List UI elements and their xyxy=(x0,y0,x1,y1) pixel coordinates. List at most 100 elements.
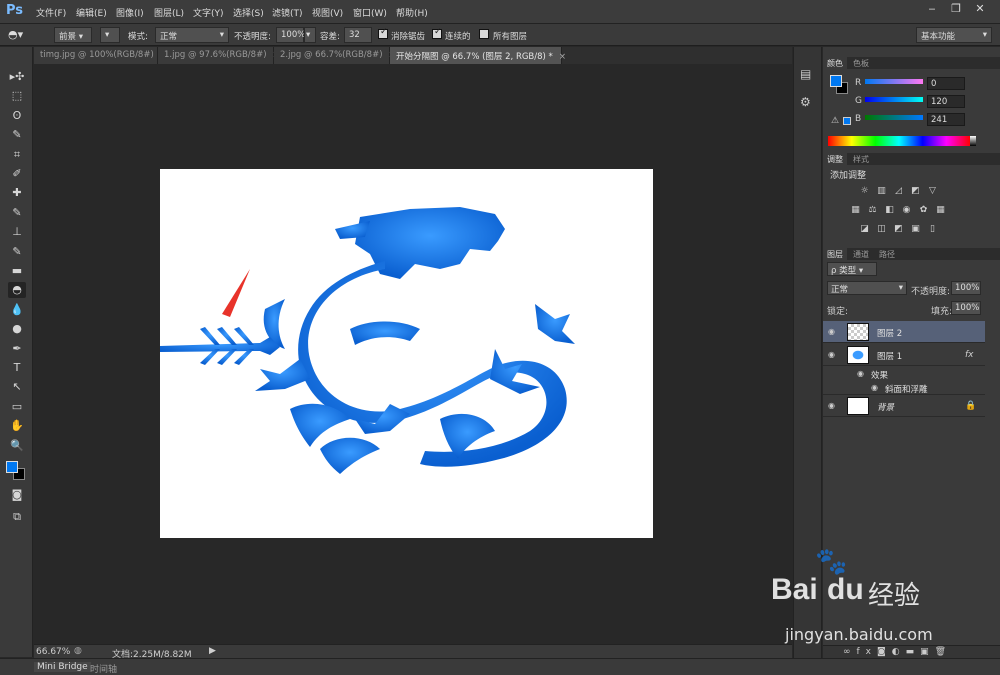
paint-bucket-icon[interactable]: ◓▾ xyxy=(8,28,23,41)
mask-icon[interactable]: ◙ xyxy=(877,647,892,657)
blur-icon[interactable]: 💧 xyxy=(8,302,26,318)
brightness-icon[interactable]: ☼ xyxy=(859,186,870,197)
minimize-icon[interactable]: ‒ xyxy=(922,2,942,16)
photo-filter-icon[interactable]: ◉ xyxy=(901,205,912,216)
pen-icon[interactable]: ✒ xyxy=(8,341,26,357)
dodge-icon[interactable]: ● xyxy=(8,321,26,337)
menu-image[interactable]: 图像(I) xyxy=(116,6,144,19)
crop-icon[interactable]: ⌗ xyxy=(8,147,26,163)
invert-icon[interactable]: ◪ xyxy=(859,224,870,235)
menu-file[interactable]: 文件(F) xyxy=(36,6,66,19)
eye-icon[interactable]: ◉ xyxy=(871,383,881,392)
foreground-color-swatch[interactable] xyxy=(830,75,842,87)
new-layer-icon[interactable]: ▣ xyxy=(920,647,935,657)
mode-select[interactable]: 正常 ▾ xyxy=(155,27,229,43)
balance-icon[interactable]: ⚖ xyxy=(867,205,878,216)
tab-swatches[interactable]: 色板 xyxy=(849,57,873,69)
history-icon[interactable]: ▤ xyxy=(800,67,811,81)
layer-filter-select[interactable]: ρ 类型 ▾ xyxy=(827,262,877,276)
layer-row-layer1[interactable]: ◉ 图层 1 fx xyxy=(823,344,985,366)
status-menu-icon[interactable]: ◍ xyxy=(74,646,82,656)
g-value-input[interactable]: 120 xyxy=(927,95,965,108)
zoom-level[interactable]: 66.67% xyxy=(36,647,70,657)
menu-select[interactable]: 选择(S) xyxy=(233,6,264,19)
b-value-input[interactable]: 241 xyxy=(927,113,965,126)
quick-select-icon[interactable]: ✎ xyxy=(8,127,26,143)
link-icon[interactable]: ∞ xyxy=(843,647,857,657)
opacity-dropdown[interactable]: ▾ xyxy=(304,27,316,43)
eye-icon[interactable]: ◉ xyxy=(828,350,838,359)
lasso-icon[interactable]: ʘ xyxy=(8,108,26,124)
menu-layer[interactable]: 图层(L) xyxy=(154,6,184,19)
path-select-icon[interactable]: ↖ xyxy=(8,379,26,395)
stamp-icon[interactable]: ⊥ xyxy=(8,224,26,240)
document-canvas[interactable] xyxy=(160,169,653,538)
lookup-icon[interactable]: ▦ xyxy=(935,205,946,216)
foreground-color-swatch[interactable] xyxy=(6,461,18,473)
r-slider[interactable] xyxy=(865,79,923,84)
zoom-icon[interactable]: 🔍 xyxy=(8,438,26,454)
fx-footer-icon[interactable]: fx xyxy=(857,647,878,657)
tab-active-document[interactable]: 开始分隔图 @ 66.7% (图层 2, RGB/8) * × xyxy=(390,47,566,64)
pattern-picker[interactable]: ▾ xyxy=(100,27,120,43)
curves-icon[interactable]: ◿ xyxy=(893,186,904,197)
tab-styles[interactable]: 样式 xyxy=(849,153,873,165)
group-icon[interactable]: ▬ xyxy=(906,647,921,657)
tab-1-jpg[interactable]: 1.jpg @ 97.6%(RGB/8#)× xyxy=(158,47,280,64)
threshold-icon[interactable]: ◩ xyxy=(893,224,904,235)
menu-filter[interactable]: 滤镜(T) xyxy=(272,6,303,19)
color-spectrum[interactable] xyxy=(828,136,970,146)
menu-edit[interactable]: 编辑(E) xyxy=(76,6,107,19)
healing-icon[interactable]: ✚ xyxy=(8,185,26,201)
workspace-select[interactable]: 基本功能 ▾ xyxy=(916,27,992,43)
opacity-input[interactable]: 100% xyxy=(276,27,305,43)
eye-icon[interactable]: ◉ xyxy=(857,369,867,378)
blend-mode-select[interactable]: 正常 ▾ xyxy=(827,281,907,295)
hue-icon[interactable]: ▦ xyxy=(850,205,861,216)
hand-icon[interactable]: ✋ xyxy=(8,418,26,434)
tab-channels[interactable]: 通道 xyxy=(849,248,873,260)
fill-source-select[interactable]: 前景 ▾ xyxy=(54,27,92,43)
channel-mixer-icon[interactable]: ✿ xyxy=(918,205,929,216)
menu-type[interactable]: 文字(Y) xyxy=(193,6,224,19)
screen-mode-icon[interactable]: ⧉ xyxy=(8,509,26,525)
bevel-emboss-row[interactable]: ◉ 斜面和浮雕 xyxy=(823,381,985,395)
selective-color-icon[interactable]: ▣ xyxy=(910,224,921,235)
exposure-icon[interactable]: ◩ xyxy=(910,186,921,197)
tab-mini-bridge[interactable]: Mini Bridge xyxy=(34,662,91,672)
restore-icon[interactable]: ❐ xyxy=(946,2,966,16)
bw-icon[interactable]: ◧ xyxy=(884,205,895,216)
tab-adjustments[interactable]: 调整 xyxy=(823,153,847,165)
menu-window[interactable]: 窗口(W) xyxy=(353,6,387,19)
eye-icon[interactable]: ◉ xyxy=(828,401,838,410)
properties-icon[interactable]: ⚙ xyxy=(800,95,811,109)
gradient-map-icon[interactable]: ▯ xyxy=(927,224,938,235)
all-layers-checkbox[interactable] xyxy=(479,29,489,39)
tab-color[interactable]: 颜色 xyxy=(823,57,847,69)
quick-mask-icon[interactable]: ◙ xyxy=(8,487,26,503)
antialias-checkbox[interactable] xyxy=(378,27,388,39)
close-icon[interactable]: × xyxy=(559,52,566,62)
type-icon[interactable]: T xyxy=(8,360,26,376)
b-slider[interactable] xyxy=(865,115,923,120)
levels-icon[interactable]: ▥ xyxy=(876,186,887,197)
tab-paths[interactable]: 路径 xyxy=(875,248,899,260)
eraser-icon[interactable]: ▬ xyxy=(8,263,26,279)
tab-layers[interactable]: 图层 xyxy=(823,248,847,260)
effects-row[interactable]: ◉ 效果 xyxy=(823,367,985,381)
fx-icon[interactable]: fx xyxy=(965,350,974,360)
menu-view[interactable]: 视图(V) xyxy=(312,6,343,19)
history-brush-icon[interactable]: ✎ xyxy=(8,244,26,260)
layer-row-background[interactable]: ◉ 背景 🔒 xyxy=(823,395,985,417)
posterize-icon[interactable]: ◫ xyxy=(876,224,887,235)
marquee-icon[interactable]: ⬚ xyxy=(8,88,26,104)
move-icon[interactable]: ▸✣ xyxy=(8,69,26,85)
eye-icon[interactable]: ◉ xyxy=(828,327,838,336)
trash-icon[interactable]: 🗑 xyxy=(935,647,952,657)
status-arrow-icon[interactable]: ▶ xyxy=(209,646,216,656)
g-slider[interactable] xyxy=(865,97,923,102)
close-icon[interactable]: ✕ xyxy=(970,2,990,16)
brush-icon[interactable]: ✎ xyxy=(8,205,26,221)
menu-help[interactable]: 帮助(H) xyxy=(396,6,428,19)
r-value-input[interactable]: 0 xyxy=(927,77,965,90)
